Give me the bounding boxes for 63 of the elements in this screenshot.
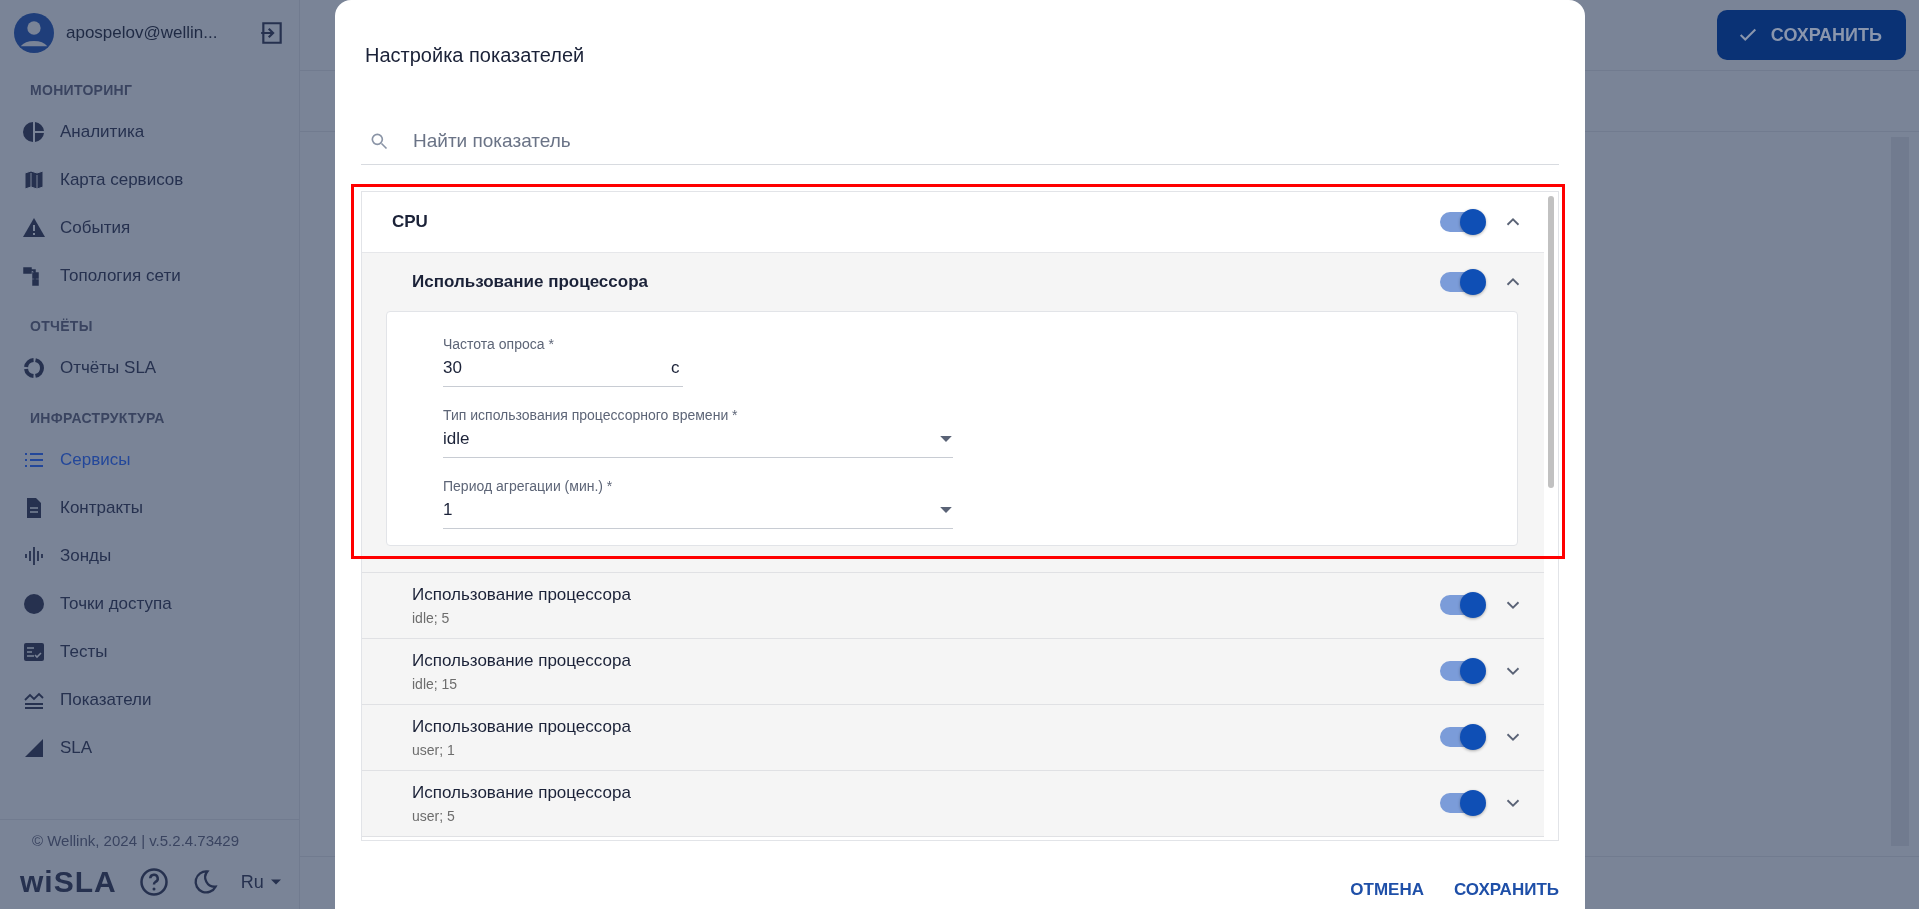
metric-summary: idle; 15 — [412, 675, 459, 692]
toggle-switch[interactable] — [1440, 661, 1484, 682]
metric-name: Использование процессора — [412, 650, 632, 671]
metric-row[interactable]: Использование процессора idle; 5 — [362, 572, 1544, 639]
language-select[interactable]: Ru — [240, 871, 282, 893]
field-label: Период агрегации (мин.) * — [443, 477, 614, 494]
avatar-icon — [14, 13, 54, 53]
metric-name: Использование процессора — [412, 716, 632, 737]
scrollbar[interactable] — [1548, 195, 1554, 488]
cancel-button[interactable]: ОТМЕНА — [1350, 870, 1424, 909]
copyright-text: © Wellink, 2024 | v.5.2.4.73429 — [31, 832, 241, 849]
toggle-switch[interactable] — [1440, 211, 1484, 232]
unit-label: с — [671, 358, 680, 380]
nav-item[interactable]: Аналитика — [0, 108, 299, 156]
group-header[interactable]: CPU — [362, 191, 1544, 253]
nav-item[interactable]: Контракты — [0, 484, 299, 532]
toggle-switch[interactable] — [1440, 793, 1484, 814]
section-heading: ИНФРАСТРУКТУРА — [29, 409, 166, 428]
metric-summary: idle; 5 — [412, 609, 451, 626]
nav-item[interactable]: Точки доступа — [0, 580, 299, 628]
logout-icon[interactable] — [259, 20, 285, 46]
nav-item[interactable]: Зонды — [0, 532, 299, 580]
save-button[interactable]: СОХРАНИТЬ — [1454, 870, 1559, 909]
ring-chart-icon — [22, 356, 46, 380]
metric-row[interactable]: Использование процессора idle; 15 — [362, 638, 1544, 705]
search-field[interactable]: Найти показатель — [413, 125, 1559, 156]
metric-summary: user; 5 — [412, 807, 456, 824]
nav-item[interactable]: Карта сервисов — [0, 156, 299, 204]
waveform-icon — [22, 544, 46, 568]
field-label: Частота опроса * — [443, 335, 555, 352]
dot-icon — [22, 592, 46, 616]
metric-row[interactable]: Использование процессора user; 5 — [362, 770, 1544, 837]
nav-item[interactable]: Показатели — [0, 676, 299, 724]
section-heading: ОТЧЁТЫ — [29, 317, 94, 336]
logo: wiSLA — [20, 865, 117, 899]
select-field[interactable]: 1 — [443, 499, 953, 529]
select-field[interactable]: idle — [443, 428, 953, 458]
save-button[interactable]: СОХРАНИТЬ — [1716, 10, 1906, 60]
dialog-title: Настройка показателей — [364, 43, 586, 68]
nav-item[interactable]: События — [0, 204, 299, 252]
warning-icon — [22, 216, 46, 240]
field-label: Тип использования процессорного времени * — [443, 406, 739, 423]
nav-item[interactable]: SLA — [0, 724, 299, 772]
map-icon — [22, 168, 46, 192]
toggle-switch[interactable] — [1440, 271, 1484, 292]
section-heading: МОНИТОРИНГ — [29, 81, 134, 100]
user-name: apospelov@wellin... — [66, 23, 219, 43]
checklist-icon — [22, 640, 46, 664]
nav-item[interactable]: Тесты — [0, 628, 299, 676]
metric-name: Использование процессора — [412, 782, 632, 803]
pie-chart-icon — [22, 120, 46, 144]
toggle-switch[interactable] — [1440, 595, 1484, 616]
nav-item[interactable]: Топология сети — [0, 252, 299, 300]
metric-name: Использование процессора — [412, 584, 632, 605]
toggle-switch[interactable] — [1440, 727, 1484, 748]
metric-row[interactable]: Использование процессора — [362, 252, 1544, 311]
metric-name: Использование процессора — [412, 271, 649, 292]
nav-item[interactable]: Отчёты SLA — [0, 344, 299, 392]
metric-row[interactable]: Использование процессора user; 1 — [362, 704, 1544, 771]
help-icon[interactable] — [138, 867, 169, 897]
metric-summary: user; 1 — [412, 741, 456, 758]
group-name: CPU — [392, 211, 429, 232]
nav-item[interactable]: Сервисы — [0, 436, 299, 484]
